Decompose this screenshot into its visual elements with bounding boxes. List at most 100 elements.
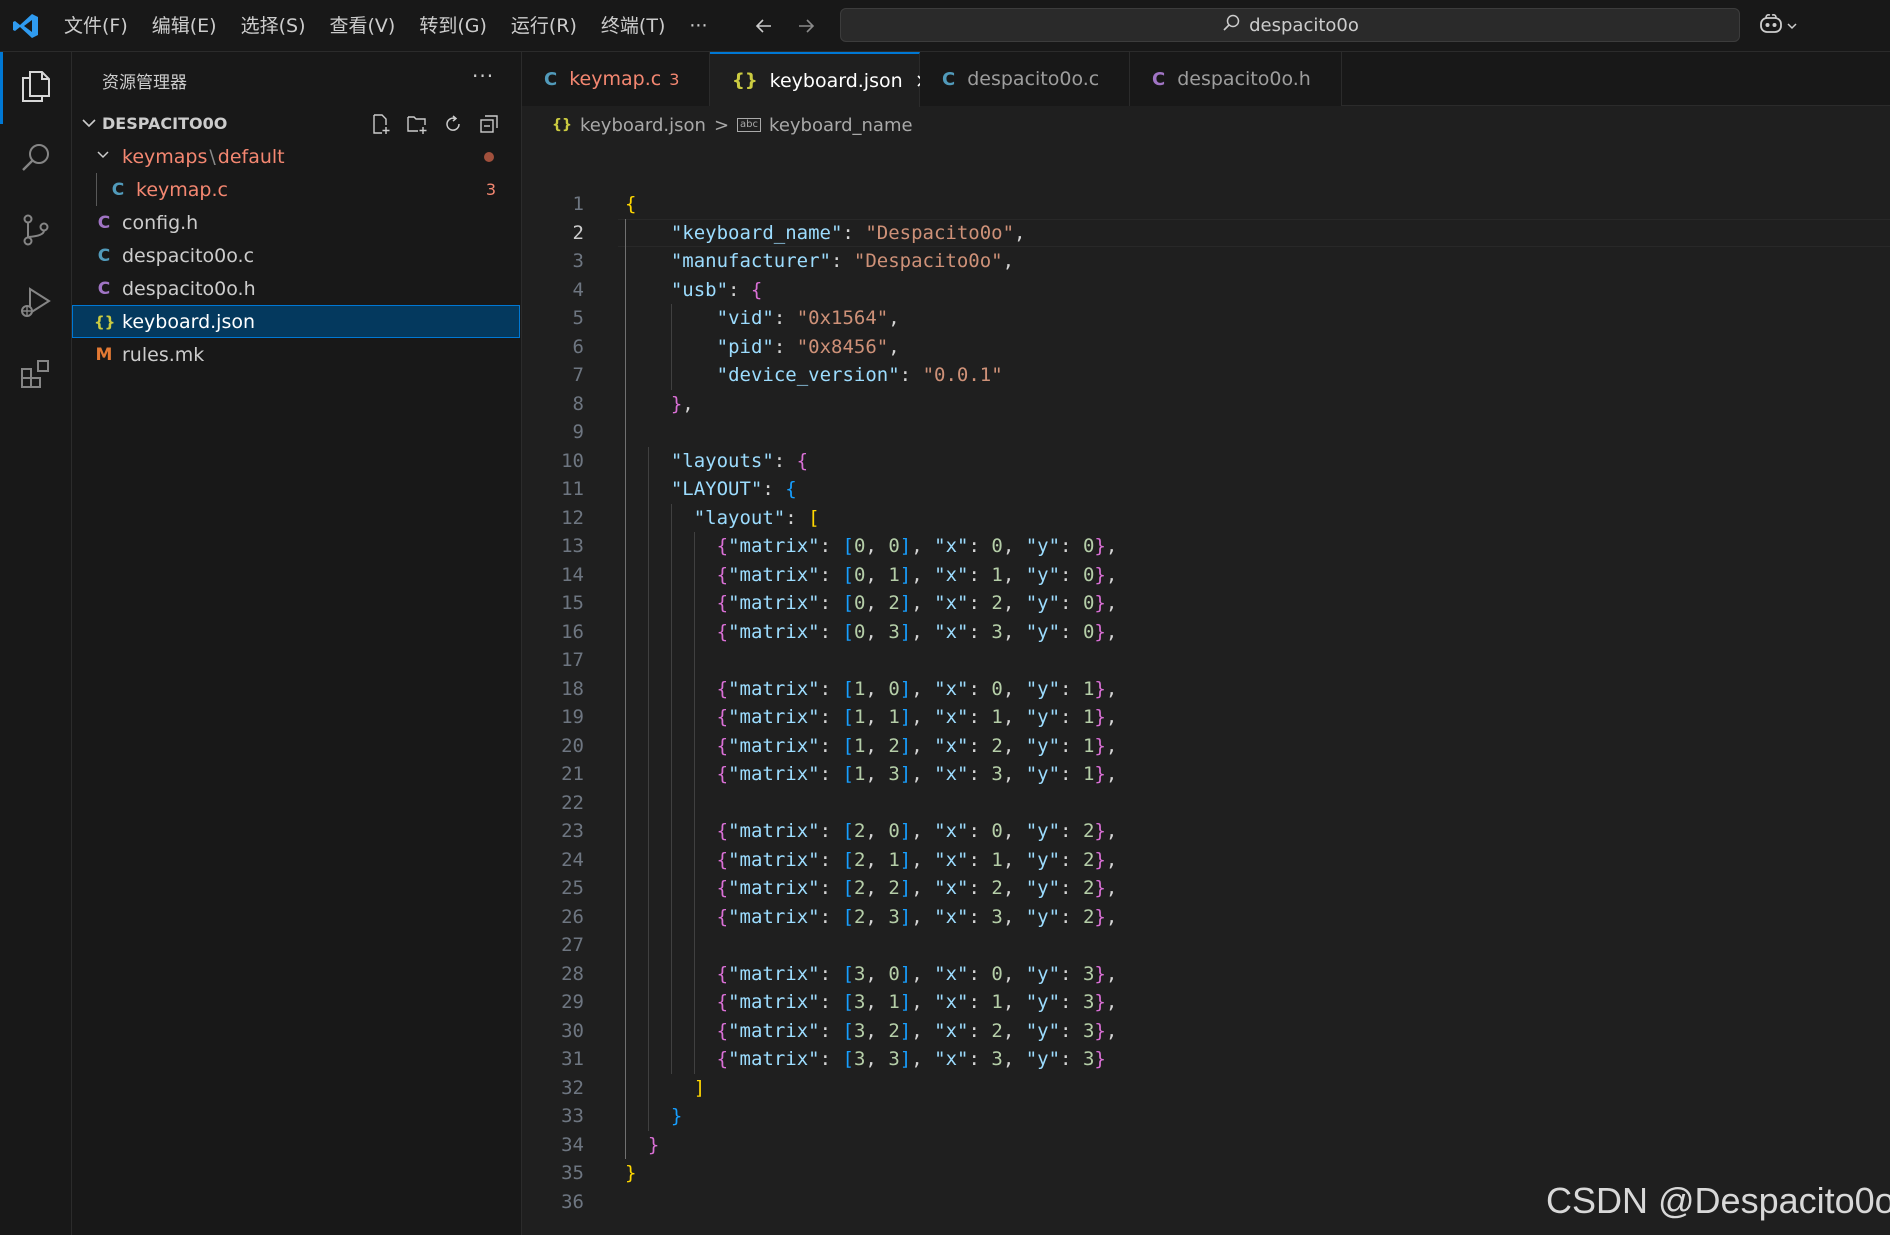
menu-terminal[interactable]: 终端(T): [589, 0, 677, 52]
refresh-icon[interactable]: [440, 111, 466, 137]
tree-file-keymap-c[interactable]: C keymap.c 3: [72, 173, 520, 206]
copilot-button[interactable]: [1758, 12, 1804, 40]
line-number: 35: [561, 1162, 584, 1184]
code-line[interactable]: 1{: [522, 190, 1890, 219]
code-line[interactable]: 2 "keyboard_name": "Despacito0o",: [522, 218, 1890, 247]
line-code: {"matrix": [1, 1], "x": 1, "y": 1},: [716, 706, 1118, 728]
tab-label: despacito0o.c: [967, 68, 1100, 90]
code-line[interactable]: 9: [522, 418, 1890, 447]
folder-header[interactable]: DESPACITO0O: [72, 108, 522, 140]
problem-dot: [484, 151, 494, 162]
tab-bar: C keymap.c 3 {} keyboard.json C despacit…: [522, 52, 1890, 107]
line-number: 20: [561, 734, 584, 757]
tab-despacito0o-h[interactable]: C despacito0o.h: [1130, 52, 1342, 106]
menu-more[interactable]: ···: [677, 0, 719, 52]
code-line[interactable]: 31 {"matrix": [3, 3], "x": 3, "y": 3}: [522, 1045, 1890, 1074]
command-center[interactable]: despacito0o: [840, 8, 1740, 42]
code-line[interactable]: 33 }: [522, 1102, 1890, 1131]
extensions-activity[interactable]: [0, 340, 72, 412]
tree-file-despacito0o-h[interactable]: C despacito0o.h: [72, 272, 520, 305]
tab-label: keyboard.json: [769, 69, 903, 92]
code-line[interactable]: 10 "layouts": {: [522, 447, 1890, 476]
tab-label: keymap.c: [569, 68, 662, 90]
code-line[interactable]: 32 ]: [522, 1074, 1890, 1103]
tab-despacito0o-c[interactable]: C despacito0o.c: [920, 52, 1130, 106]
new-file-icon[interactable]: [368, 111, 394, 137]
code-line[interactable]: 15 {"matrix": [0, 2], "x": 2, "y": 0},: [522, 589, 1890, 618]
line-number: 14: [561, 563, 584, 586]
menu-edit[interactable]: 编辑(E): [140, 0, 229, 52]
more-actions-button[interactable]: ···: [472, 64, 494, 88]
tree-file-despacito0o-c[interactable]: C despacito0o.c: [72, 239, 520, 272]
code-line[interactable]: 12 "layout": [: [522, 504, 1890, 533]
code-line[interactable]: 16 {"matrix": [0, 3], "x": 3, "y": 0},: [522, 618, 1890, 647]
code-line[interactable]: 22: [522, 789, 1890, 818]
line-code: ]: [693, 1076, 706, 1099]
menu-go[interactable]: 转到(G): [407, 0, 499, 52]
tab-keyboard-json[interactable]: {} keyboard.json: [710, 52, 929, 107]
arrow-left-icon[interactable]: [750, 12, 778, 40]
line-code: {"matrix": [0, 0], "x": 0, "y": 0},: [716, 535, 1118, 557]
line-number: 5: [572, 307, 584, 329]
new-folder-icon[interactable]: [404, 111, 430, 137]
code-line[interactable]: 14 {"matrix": [0, 1], "x": 1, "y": 0},: [522, 561, 1890, 590]
code-line[interactable]: 3 "manufacturer": "Despacito0o",: [522, 247, 1890, 276]
code-line[interactable]: 4 "usb": {: [522, 276, 1890, 305]
search-activity[interactable]: [0, 124, 72, 196]
code-line[interactable]: 17: [522, 646, 1890, 675]
line-code: {"matrix": [1, 3], "x": 3, "y": 1},: [716, 763, 1118, 785]
explorer-activity[interactable]: [0, 52, 72, 124]
json-file-icon: {}: [732, 70, 758, 91]
breadcrumb-symbol[interactable]: keyboard_name: [769, 115, 913, 136]
source-control-activity[interactable]: [0, 196, 72, 268]
tree-file-config-h[interactable]: C config.h: [72, 206, 520, 239]
code-line[interactable]: 7 "device_version": "0.0.1": [522, 361, 1890, 390]
breadcrumb-file[interactable]: keyboard.json: [580, 115, 706, 136]
code-line[interactable]: 20 {"matrix": [1, 2], "x": 2, "y": 1},: [522, 732, 1890, 761]
code-line[interactable]: 18 {"matrix": [1, 0], "x": 0, "y": 1},: [522, 675, 1890, 704]
c-file-icon: C: [97, 245, 111, 266]
code-line[interactable]: 34 }: [522, 1131, 1890, 1160]
tab-keymap-c[interactable]: C keymap.c 3: [522, 52, 710, 106]
run-debug-activity[interactable]: [0, 268, 72, 340]
line-code: "usb": {: [670, 278, 763, 301]
tree-file-keyboard-json[interactable]: {} keyboard.json: [72, 305, 520, 338]
collapse-all-icon[interactable]: [476, 111, 502, 137]
line-number: 3: [572, 250, 584, 272]
code-line[interactable]: 8 },: [522, 390, 1890, 419]
code-line[interactable]: 11 "LAYOUT": {: [522, 475, 1890, 504]
code-line[interactable]: 29 {"matrix": [3, 1], "x": 1, "y": 3},: [522, 988, 1890, 1017]
sidebar-header: 资源管理器 ···: [72, 52, 522, 108]
line-number: 21: [561, 763, 584, 785]
line-code: {"matrix": [2, 2], "x": 2, "y": 2},: [716, 877, 1118, 899]
code-line[interactable]: 19 {"matrix": [1, 1], "x": 1, "y": 1},: [522, 703, 1890, 732]
line-number: 26: [561, 905, 584, 928]
code-line[interactable]: 27: [522, 931, 1890, 960]
line-number: 31: [561, 1048, 584, 1070]
code-line[interactable]: 26 {"matrix": [2, 3], "x": 3, "y": 2},: [522, 903, 1890, 932]
code-line[interactable]: 23 {"matrix": [2, 0], "x": 0, "y": 2},: [522, 817, 1890, 846]
code-line[interactable]: 30 {"matrix": [3, 2], "x": 2, "y": 3},: [522, 1017, 1890, 1046]
menu-run[interactable]: 运行(R): [499, 0, 589, 52]
line-code: "layout": [: [693, 506, 820, 529]
folder-label: keymaps: [122, 145, 208, 168]
code-line[interactable]: 24 {"matrix": [2, 1], "x": 1, "y": 2},: [522, 846, 1890, 875]
indent-guide: [647, 446, 649, 1131]
tree-file-rules-mk[interactable]: M rules.mk: [72, 338, 520, 371]
line-number: 23: [561, 820, 584, 842]
code-line[interactable]: 6 "pid": "0x8456",: [522, 333, 1890, 362]
code-line[interactable]: 13 {"matrix": [0, 0], "x": 0, "y": 0},: [522, 532, 1890, 561]
menu-file[interactable]: 文件(F): [52, 0, 140, 52]
command-center-text: despacito0o: [1249, 14, 1359, 36]
code-line[interactable]: 21 {"matrix": [1, 3], "x": 3, "y": 1},: [522, 760, 1890, 789]
menu-selection[interactable]: 选择(S): [229, 0, 318, 52]
menu-view[interactable]: 查看(V): [318, 0, 408, 52]
title-bar: 文件(F) 编辑(E) 选择(S) 查看(V) 转到(G) 运行(R) 终端(T…: [0, 0, 1890, 52]
code-line[interactable]: 28 {"matrix": [3, 0], "x": 0, "y": 3},: [522, 960, 1890, 989]
vscode-logo-icon: [12, 12, 40, 40]
line-code: {"matrix": [2, 3], "x": 3, "y": 2},: [716, 905, 1118, 928]
code-line[interactable]: 25 {"matrix": [2, 2], "x": 2, "y": 2},: [522, 874, 1890, 903]
tree-folder-keymaps-default[interactable]: keymaps \ default: [72, 140, 520, 173]
code-line[interactable]: 5 "vid": "0x1564",: [522, 304, 1890, 333]
arrow-right-icon[interactable]: [792, 12, 820, 40]
